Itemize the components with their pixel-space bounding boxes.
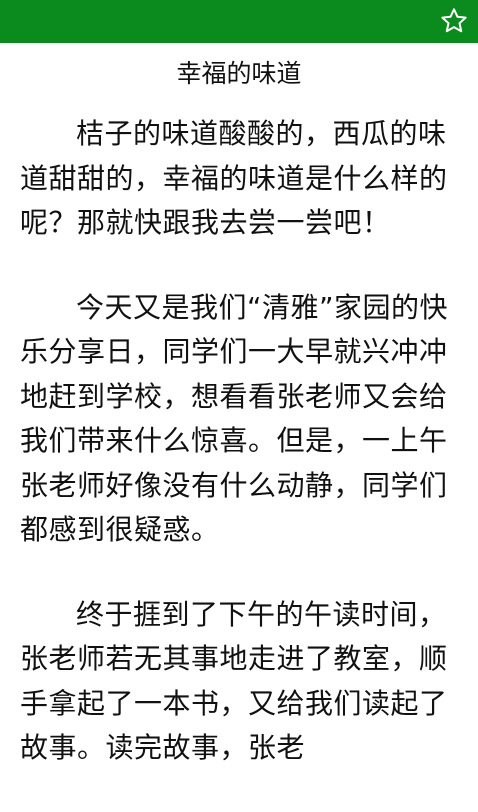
article-paragraph: 桔子的味道酸酸的，西瓜的味道甜甜的，幸福的味道是什么样的呢？那就快跟我去尝一尝吧…: [20, 117, 448, 239]
article-title: 幸福的味道: [176, 59, 302, 88]
article-body: 桔子的味道酸酸的，西瓜的味道甜甜的，幸福的味道是什么样的呢？那就快跟我去尝一尝吧…: [20, 112, 464, 811]
article-paragraph: 终于捱到了下午的午读时间，张老师若无其事地走进了教室，顺手拿起了一本书，又给我们…: [20, 597, 448, 765]
article-paragraph: 今天又是我们“清雅”家园的快乐分享日，同学们一大早就兴冲冲地赶到学校，想看看张老…: [20, 290, 449, 547]
star-outline-icon: [441, 8, 467, 33]
top-app-bar: [0, 0, 478, 43]
favorite-button[interactable]: [436, 3, 472, 39]
